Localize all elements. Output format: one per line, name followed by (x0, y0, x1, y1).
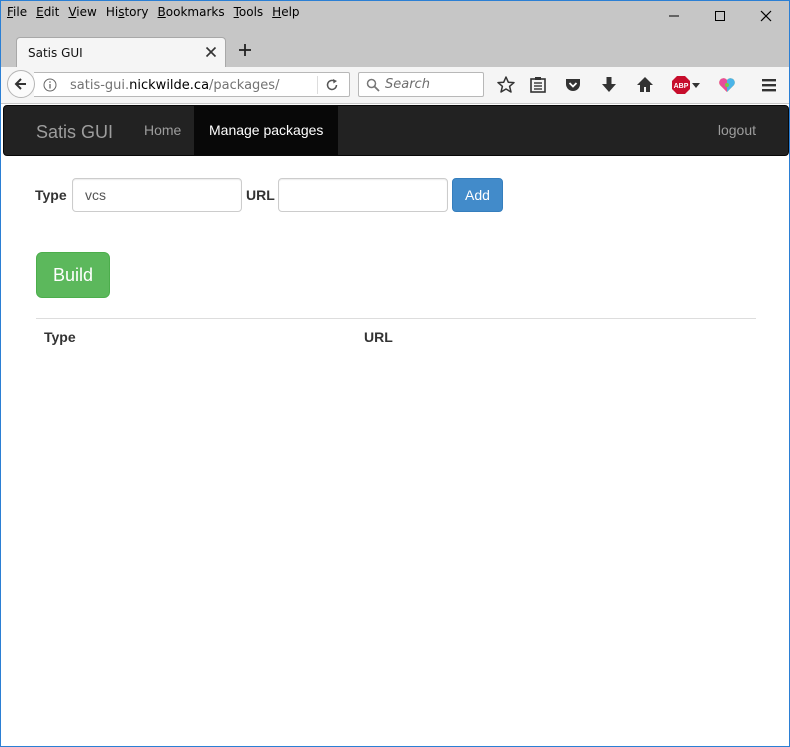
download-icon[interactable] (599, 75, 619, 95)
browser-window: File Edit View History Bookmarks Tools H… (0, 0, 790, 747)
table-header-type: Type (44, 329, 76, 345)
type-input[interactable] (72, 178, 242, 212)
heart-extension-icon[interactable] (717, 75, 737, 95)
menu-bar: File Edit View History Bookmarks Tools H… (7, 5, 309, 19)
nav-manage-packages[interactable]: Manage packages (194, 106, 339, 155)
search-placeholder: Search (385, 77, 430, 92)
url-label: URL (246, 187, 275, 203)
build-button[interactable]: Build (36, 252, 110, 298)
adblock-badge: ABP (674, 83, 689, 90)
window-controls (651, 1, 789, 31)
adblock-plus-icon[interactable]: ABP (671, 75, 691, 95)
tab-title: Satis GUI (28, 46, 83, 60)
new-tab-icon[interactable] (237, 42, 253, 58)
back-arrow-icon (14, 78, 26, 90)
nav-home[interactable]: Home (129, 106, 196, 155)
hamburger-menu-icon[interactable] (759, 75, 779, 95)
reload-icon[interactable] (325, 78, 339, 92)
title-bar: File Edit View History Bookmarks Tools H… (1, 1, 789, 35)
reader-list-icon[interactable] (528, 75, 548, 95)
menu-view[interactable]: View (68, 5, 96, 19)
brand-link[interactable]: Satis GUI (36, 122, 113, 143)
home-icon[interactable] (635, 75, 655, 95)
url-input[interactable] (278, 178, 448, 212)
menu-file[interactable]: File (7, 5, 27, 19)
nav-logout[interactable]: logout (703, 106, 771, 155)
tab-strip: Satis GUI (1, 35, 789, 67)
maximize-icon (715, 11, 725, 21)
add-button[interactable]: Add (452, 178, 503, 212)
site-navbar: Satis GUI Home Manage packages logout (3, 105, 789, 156)
menu-history[interactable]: History (106, 5, 149, 19)
menu-bookmarks[interactable]: Bookmarks (158, 5, 225, 19)
type-label: Type (35, 187, 67, 203)
minimize-icon (669, 15, 679, 17)
pocket-icon[interactable] (563, 75, 583, 95)
back-button[interactable] (7, 70, 35, 98)
menu-edit[interactable]: Edit (36, 5, 59, 19)
close-icon (760, 10, 772, 22)
menu-tools[interactable]: Tools (234, 5, 264, 19)
info-icon[interactable] (43, 78, 57, 92)
address-bar[interactable]: satis-gui.nickwilde.ca/packages/ (34, 72, 350, 97)
menu-help[interactable]: Help (272, 5, 299, 19)
chevron-down-icon[interactable] (690, 75, 702, 95)
search-icon (366, 78, 380, 92)
minimize-button[interactable] (651, 1, 697, 31)
table-header-divider (36, 318, 756, 319)
close-window-button[interactable] (743, 1, 789, 31)
tab-close-icon[interactable] (205, 46, 217, 58)
tab-satis-gui[interactable]: Satis GUI (16, 37, 226, 67)
url-divider (317, 76, 318, 94)
search-bar[interactable]: Search (358, 72, 484, 97)
bookmark-star-icon[interactable] (496, 75, 516, 95)
browser-toolbar: satis-gui.nickwilde.ca/packages/ Search … (1, 67, 789, 104)
table-header-url: URL (364, 329, 393, 345)
maximize-button[interactable] (697, 1, 743, 31)
url-text: satis-gui.nickwilde.ca/packages/ (70, 78, 280, 93)
